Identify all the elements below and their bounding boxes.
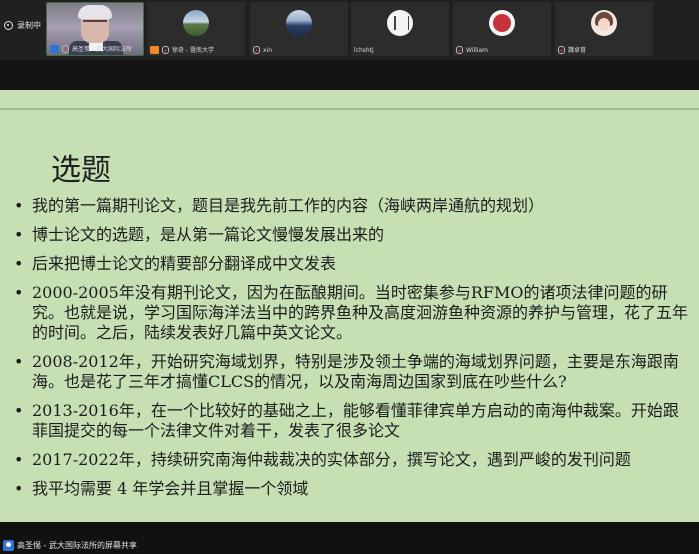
mic-muted-icon xyxy=(456,46,463,54)
participant-tile-6[interactable]: 魏卓育 xyxy=(555,2,653,56)
slide-bullet: • 2000-2005年没有期刊论文，因为在酝酿期间。当时密集参与RFMO的诸项法… xyxy=(10,283,690,343)
avatar xyxy=(183,10,209,36)
bullet-text: 后来把博士论文的精要部分翻译成中文发表 xyxy=(32,254,337,273)
meeting-window: 录制中 高圣惕 - 武大国际法所 徐奇 - 暨南大学 xin lchshtj W… xyxy=(0,0,699,554)
recording-indicator[interactable]: 录制中 xyxy=(4,20,41,31)
mic-muted-icon xyxy=(62,44,69,53)
avatar xyxy=(489,10,515,36)
bullet-text: 2013-2016年，在一个比较好的基础之上，能够看懂菲律宾单方启动的南海仲裁案… xyxy=(32,401,679,440)
bullet-marker: • xyxy=(14,450,24,469)
screen-share-label: 高圣惕 - 武大国际法所的屏幕共享 xyxy=(17,541,137,550)
bullet-text: 2017-2022年，持续研究南海仲裁裁决的实体部分，撰写论文，遇到严峻的发刊问… xyxy=(32,450,631,469)
participant-name-row: 魏卓育 xyxy=(558,45,586,54)
bullet-marker: • xyxy=(14,283,24,302)
slide-bullet: • 2008-2012年，开始研究海域划界，特别是涉及领土争端的海域划界问题，主要… xyxy=(10,352,690,392)
participant-strip: 录制中 高圣惕 - 武大国际法所 徐奇 - 暨南大学 xin lchshtj W… xyxy=(0,0,699,60)
slide-bullet: • 博士论文的选题，是从第一篇论文慢慢发展出来的 xyxy=(10,225,690,245)
participant-tile-4[interactable]: lchshtj xyxy=(351,2,449,56)
bullet-text: 2000-2005年没有期刊论文，因为在酝酿期间。当时密集参与RFMO的诸项法律… xyxy=(32,283,689,342)
bullet-marker: • xyxy=(14,225,24,244)
participant-tile-host[interactable]: 高圣惕 - 武大国际法所 xyxy=(46,2,144,56)
participant-name-row: lchshtj xyxy=(354,47,374,54)
slide-title: 选题 xyxy=(51,153,111,188)
bullet-marker: • xyxy=(14,196,24,215)
participant-tile-5[interactable]: William xyxy=(453,2,551,56)
slide-bullet-list: • 我的第一篇期刊论文，题目是我先前工作的内容（海峡两岸通航的规划） • 博士论文的… xyxy=(10,196,690,508)
participant-name: William xyxy=(466,46,488,54)
divider-band xyxy=(0,60,699,90)
slide-bullet: • 2013-2016年，在一个比较好的基础之上，能够看懂菲律宾单方启动的南海仲裁… xyxy=(10,401,690,441)
participant-name: 魏卓育 xyxy=(568,47,587,54)
bullet-marker: • xyxy=(14,352,24,371)
participant-name-row: 高圣惕 - 武大国际法所 xyxy=(50,44,132,53)
avatar xyxy=(591,10,617,36)
avatar xyxy=(387,10,413,36)
mic-muted-icon xyxy=(162,45,169,54)
shared-slide: 选题 • 我的第一篇期刊论文，题目是我先前工作的内容（海峡两岸通航的规划） • 博士… xyxy=(0,90,699,522)
slide-divider xyxy=(0,108,699,110)
participant-name-row: William xyxy=(456,46,488,54)
slide-bullet: • 我平均需要 4 年学会并且掌握一个领域 xyxy=(10,479,690,499)
user-icon xyxy=(150,45,159,54)
mic-muted-icon xyxy=(558,45,565,54)
bullet-marker: • xyxy=(14,401,24,420)
participant-name: 徐奇 - 暨南大学 xyxy=(172,47,214,54)
participant-tile-3[interactable]: xin xyxy=(250,2,348,56)
slide-bullet: • 2017-2022年，持续研究南海仲裁裁决的实体部分，撰写论文，遇到严峻的发刊… xyxy=(10,450,690,470)
mic-muted-icon xyxy=(253,46,260,54)
bullet-text: 我平均需要 4 年学会并且掌握一个领域 xyxy=(32,479,309,498)
user-icon xyxy=(50,44,59,53)
user-icon xyxy=(3,540,14,551)
slide-bullet: • 我的第一篇期刊论文，题目是我先前工作的内容（海峡两岸通航的规划） xyxy=(10,196,690,216)
participant-name-row: xin xyxy=(253,46,272,54)
slide-bullet: • 后来把博士论文的精要部分翻译成中文发表 xyxy=(10,254,690,274)
recording-label: 录制中 xyxy=(17,21,41,30)
screen-share-bar: 高圣惕 - 武大国际法所的屏幕共享 xyxy=(0,522,699,554)
bullet-marker: • xyxy=(14,254,24,273)
screen-share-indicator[interactable]: 高圣惕 - 武大国际法所的屏幕共享 xyxy=(3,540,137,551)
participant-tile-2[interactable]: 徐奇 - 暨南大学 xyxy=(147,2,245,56)
bullet-marker: • xyxy=(14,479,24,498)
bullet-text: 博士论文的选题，是从第一篇论文慢慢发展出来的 xyxy=(32,225,385,244)
participant-name: 高圣惕 - 武大国际法所 xyxy=(72,46,132,53)
bullet-text: 2008-2012年，开始研究海域划界，特别是涉及领土争端的海域划界问题，主要是… xyxy=(32,352,679,391)
participant-name-row: 徐奇 - 暨南大学 xyxy=(150,45,214,54)
bullet-text: 我的第一篇期刊论文，题目是我先前工作的内容（海峡两岸通航的规划） xyxy=(32,196,545,215)
record-icon xyxy=(4,21,13,30)
participant-name: xin xyxy=(263,46,273,54)
participant-name: lchshtj xyxy=(354,47,374,54)
avatar xyxy=(286,10,312,36)
